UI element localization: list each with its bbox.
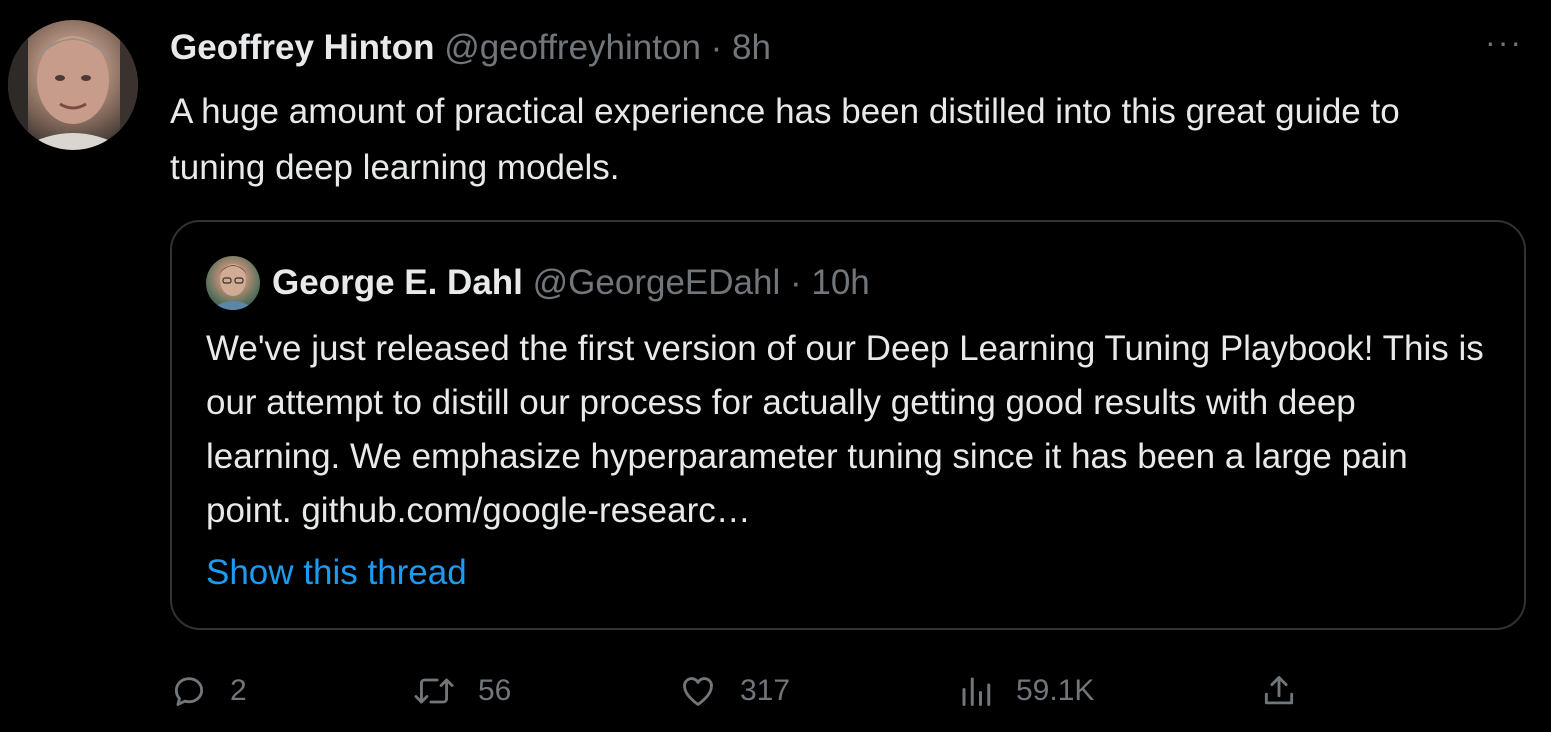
- quoted-tweet-text: We've just released the first version of…: [206, 329, 1484, 530]
- retweet-icon: [412, 672, 456, 710]
- reply-icon: [170, 672, 208, 710]
- quoted-author-handle[interactable]: @GeorgeEDahl: [533, 263, 781, 302]
- quoted-separator-dot: ·: [789, 263, 802, 302]
- quoted-author-name[interactable]: George E. Dahl: [272, 263, 523, 302]
- show-thread-link[interactable]: Show this thread: [206, 552, 467, 594]
- author-name[interactable]: Geoffrey Hinton: [170, 28, 434, 67]
- more-icon[interactable]: ···: [1485, 26, 1523, 58]
- reply-button[interactable]: 2: [170, 664, 247, 718]
- reply-count: 2: [230, 674, 247, 707]
- share-icon: [1260, 672, 1298, 710]
- author-handle[interactable]: @geoffreyhinton: [444, 28, 701, 67]
- quoted-author-avatar[interactable]: [206, 256, 260, 310]
- separator-dot: ·: [710, 28, 723, 67]
- tweet-actions: 2 56 317 59.1K: [170, 664, 1350, 718]
- tweet-text: A huge amount of practical experience ha…: [170, 92, 1400, 187]
- heart-icon: [678, 672, 718, 710]
- share-button[interactable]: [1260, 664, 1298, 718]
- retweet-count: 56: [478, 674, 512, 707]
- tweet[interactable]: Geoffrey Hinton @geoffreyhinton · 8h ···…: [0, 0, 1551, 732]
- retweet-button[interactable]: 56: [412, 664, 511, 718]
- author-avatar[interactable]: [8, 20, 138, 150]
- quoted-tweet[interactable]: George E. Dahl @GeorgeEDahl · 10h We've …: [170, 220, 1526, 630]
- tweet-header: Geoffrey Hinton @geoffreyhinton · 8h: [170, 28, 771, 68]
- views-button[interactable]: 59.1K: [958, 664, 1094, 718]
- quoted-tweet-time[interactable]: 10h: [811, 263, 869, 302]
- like-button[interactable]: 317: [678, 664, 790, 718]
- tweet-time[interactable]: 8h: [732, 28, 771, 67]
- like-count: 317: [740, 674, 791, 707]
- views-icon: [958, 672, 994, 710]
- views-count: 59.1K: [1016, 674, 1095, 707]
- quoted-tweet-header: George E. Dahl @GeorgeEDahl · 10h: [272, 262, 870, 304]
